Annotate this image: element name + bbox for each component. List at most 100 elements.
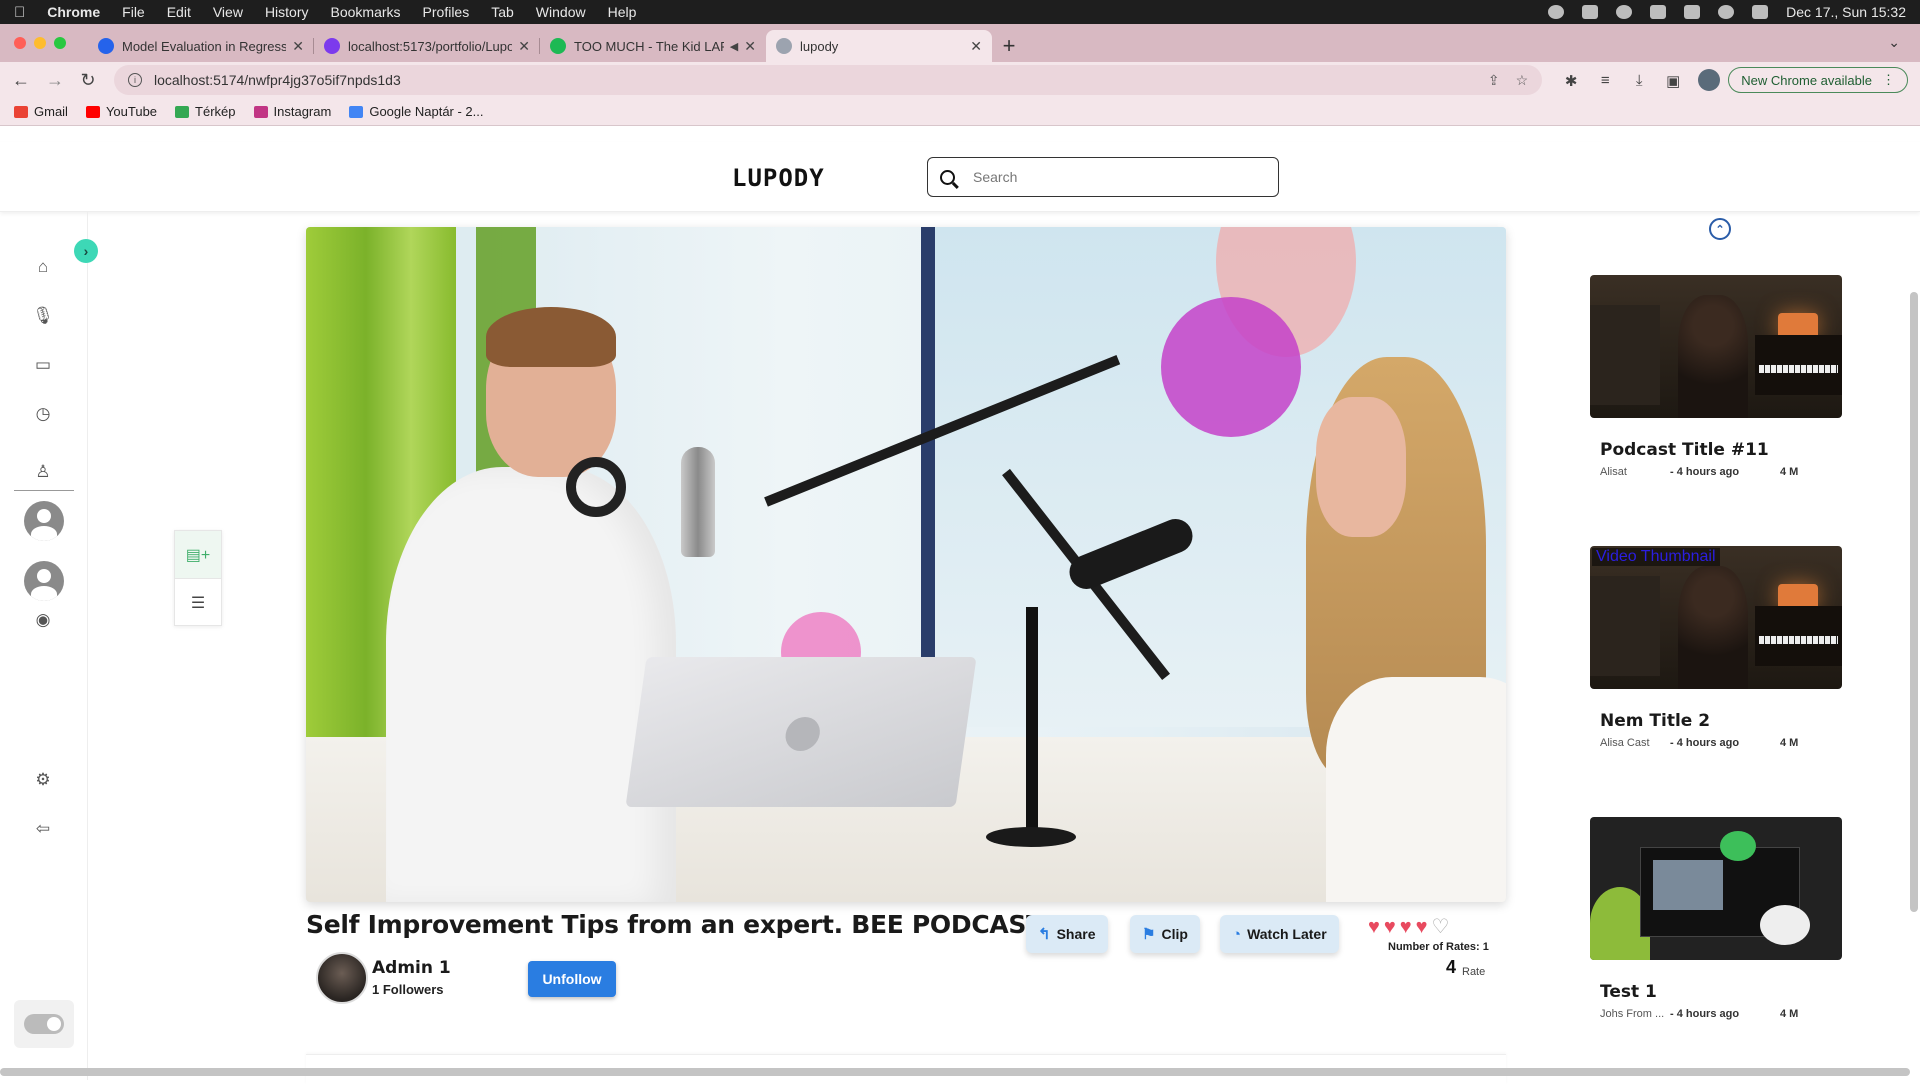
recommendation-card[interactable]: Podcast Title #11 Alisat - 4 hours ago 4… — [1590, 275, 1842, 478]
clip-button[interactable]: ⚑ Clip — [1130, 915, 1200, 953]
tab-search-chevron-icon[interactable]: ⌄ — [1888, 34, 1900, 51]
card-title[interactable]: Nem Title 2 — [1600, 711, 1842, 731]
menu-bookmarks[interactable]: Bookmarks — [331, 4, 401, 20]
tab-favicon-icon — [776, 38, 792, 54]
menu-help[interactable]: Help — [608, 4, 637, 20]
heart-icon[interactable]: ♥ — [1368, 917, 1380, 937]
bookmark-maps[interactable]: Térkép — [175, 104, 236, 119]
apple-menu-icon[interactable]:  — [14, 4, 25, 21]
downloads-icon[interactable]: ⤓ — [1630, 72, 1648, 89]
tab-close-icon[interactable]: ✕ — [744, 38, 756, 55]
menu-window[interactable]: Window — [536, 4, 586, 20]
play-icon[interactable] — [1616, 5, 1633, 19]
reload-button[interactable]: ↻ — [80, 70, 96, 91]
avatar[interactable] — [24, 561, 64, 601]
menu-view[interactable]: View — [213, 4, 243, 20]
chevron-up-icon[interactable]: ⌃ — [1709, 218, 1731, 240]
bookmark-star-icon[interactable]: ☆ — [1516, 72, 1529, 89]
recommendation-card[interactable]: Test 1 Johs From ... - 4 hours ago 4 M — [1590, 817, 1842, 1020]
theme-toggle[interactable] — [24, 1014, 64, 1034]
bookmark-gmail[interactable]: Gmail — [14, 104, 68, 119]
card-title[interactable]: Test 1 — [1600, 982, 1842, 1002]
card-channel[interactable]: Alisat — [1600, 466, 1670, 478]
menu-history[interactable]: History — [265, 4, 309, 20]
card-meta: Johs From ... - 4 hours ago 4 M — [1600, 1008, 1842, 1020]
home-icon[interactable]: ⌂ — [32, 256, 54, 278]
search-input[interactable] — [973, 169, 1233, 185]
tv-icon[interactable]: ▭ — [32, 354, 54, 376]
media-controls-icon[interactable]: ≡ — [1596, 72, 1614, 89]
url-text[interactable]: localhost:5174/nwfpr4jg37o5if7npds1d3 — [154, 72, 1472, 88]
video-thumbnail[interactable] — [1590, 817, 1842, 960]
new-tab-button[interactable]: + — [992, 30, 1026, 62]
video-player[interactable] — [306, 227, 1506, 902]
vertical-scrollbar[interactable] — [1910, 292, 1918, 912]
browser-tab-active[interactable]: lupody ✕ — [766, 30, 992, 62]
rating-hearts[interactable]: ♥ ♥ ♥ ♥ ♡ — [1368, 917, 1449, 937]
bookmark-youtube[interactable]: YouTube — [85, 104, 157, 119]
share-button[interactable]: ↰ Share — [1026, 915, 1108, 953]
record-icon[interactable] — [1548, 5, 1565, 19]
menu-profiles[interactable]: Profiles — [423, 4, 470, 20]
creative-cloud-icon[interactable] — [1582, 5, 1599, 19]
clock-icon[interactable]: ◷ — [32, 403, 54, 425]
eye-icon[interactable]: ◉ — [32, 609, 54, 631]
bookmark-calendar[interactable]: Google Naptár - 2... — [349, 104, 484, 119]
wifi-icon[interactable] — [1684, 5, 1701, 19]
browser-tab[interactable]: TOO MUCH - The Kid LAR ◀ ✕ — [540, 30, 766, 62]
video-thumbnail[interactable]: Video Thumbnail — [1590, 546, 1842, 689]
profile-avatar[interactable] — [1698, 69, 1721, 91]
battery-icon[interactable] — [1650, 5, 1667, 19]
back-button[interactable]: ← — [12, 70, 30, 91]
clock-text[interactable]: Dec 17., Sun 15:32 — [1786, 4, 1906, 20]
maximize-window-button[interactable] — [54, 37, 66, 49]
video-thumbnail[interactable] — [1590, 275, 1842, 418]
share-page-icon[interactable]: ⇪ — [1488, 72, 1500, 89]
card-channel[interactable]: Alisa Cast — [1600, 737, 1670, 749]
unfollow-button[interactable]: Unfollow — [528, 961, 616, 997]
heart-icon[interactable]: ♥ — [1384, 917, 1396, 937]
minimize-window-button[interactable] — [34, 37, 46, 49]
gear-icon[interactable]: ⚙ — [32, 769, 54, 791]
heart-icon[interactable]: ♡ — [1432, 917, 1450, 937]
bookmark-instagram[interactable]: Instagram — [253, 104, 331, 119]
heart-icon[interactable]: ♥ — [1416, 917, 1428, 937]
menu-app-name[interactable]: Chrome — [47, 4, 100, 20]
site-info-icon[interactable]: i — [128, 73, 142, 87]
browser-tab[interactable]: Model Evaluation in Regressio ✕ — [88, 30, 314, 62]
menu-edit[interactable]: Edit — [167, 4, 191, 20]
microphone-icon[interactable]: 🎙︎ — [32, 305, 54, 327]
site-logo[interactable]: LUPODY — [732, 164, 825, 192]
side-panel-icon[interactable]: ▣ — [1664, 72, 1682, 90]
user-icon[interactable]: ♙ — [32, 461, 54, 483]
add-to-playlist-icon[interactable]: ▤+ — [175, 531, 221, 579]
author-avatar[interactable] — [316, 952, 368, 1004]
close-window-button[interactable] — [14, 37, 26, 49]
control-center-icon[interactable] — [1752, 5, 1769, 19]
tab-close-icon[interactable]: ✕ — [518, 38, 530, 55]
watch-later-button[interactable]: ◔ Watch Later — [1220, 915, 1339, 953]
update-chrome-button[interactable]: New Chrome available ⋮ — [1728, 67, 1908, 93]
tab-close-icon[interactable]: ✕ — [292, 38, 304, 55]
recommendation-card[interactable]: Video Thumbnail Nem Title 2 Alisa Cast -… — [1590, 546, 1842, 749]
forward-button[interactable]: → — [46, 70, 64, 91]
tab-close-icon[interactable]: ✕ — [970, 38, 982, 55]
card-channel[interactable]: Johs From ... — [1600, 1008, 1670, 1020]
comments-icon[interactable]: ☰ — [175, 579, 221, 627]
tab-mute-icon[interactable]: ◀ — [730, 40, 738, 53]
menu-file[interactable]: File — [122, 4, 145, 20]
author-name[interactable]: Admin 1 — [372, 958, 451, 978]
expand-sidebar-button[interactable]: › — [74, 239, 98, 263]
search-box[interactable] — [927, 157, 1279, 197]
extensions-icon[interactable]: ✱ — [1562, 72, 1580, 90]
browser-tab[interactable]: localhost:5173/portfolio/Lupo ✕ — [314, 30, 540, 62]
heart-icon[interactable]: ♥ — [1400, 917, 1412, 937]
spotlight-icon[interactable] — [1718, 5, 1735, 19]
card-title[interactable]: Podcast Title #11 — [1600, 440, 1842, 460]
horizontal-scrollbar[interactable] — [0, 1068, 1910, 1076]
address-bar[interactable]: i localhost:5174/nwfpr4jg37o5if7npds1d3 … — [114, 65, 1543, 95]
more-menu-icon[interactable]: ⋮ — [1882, 72, 1895, 88]
menu-tab[interactable]: Tab — [491, 4, 514, 20]
avatar[interactable] — [24, 501, 64, 541]
logout-icon[interactable]: ⇦ — [32, 818, 54, 840]
